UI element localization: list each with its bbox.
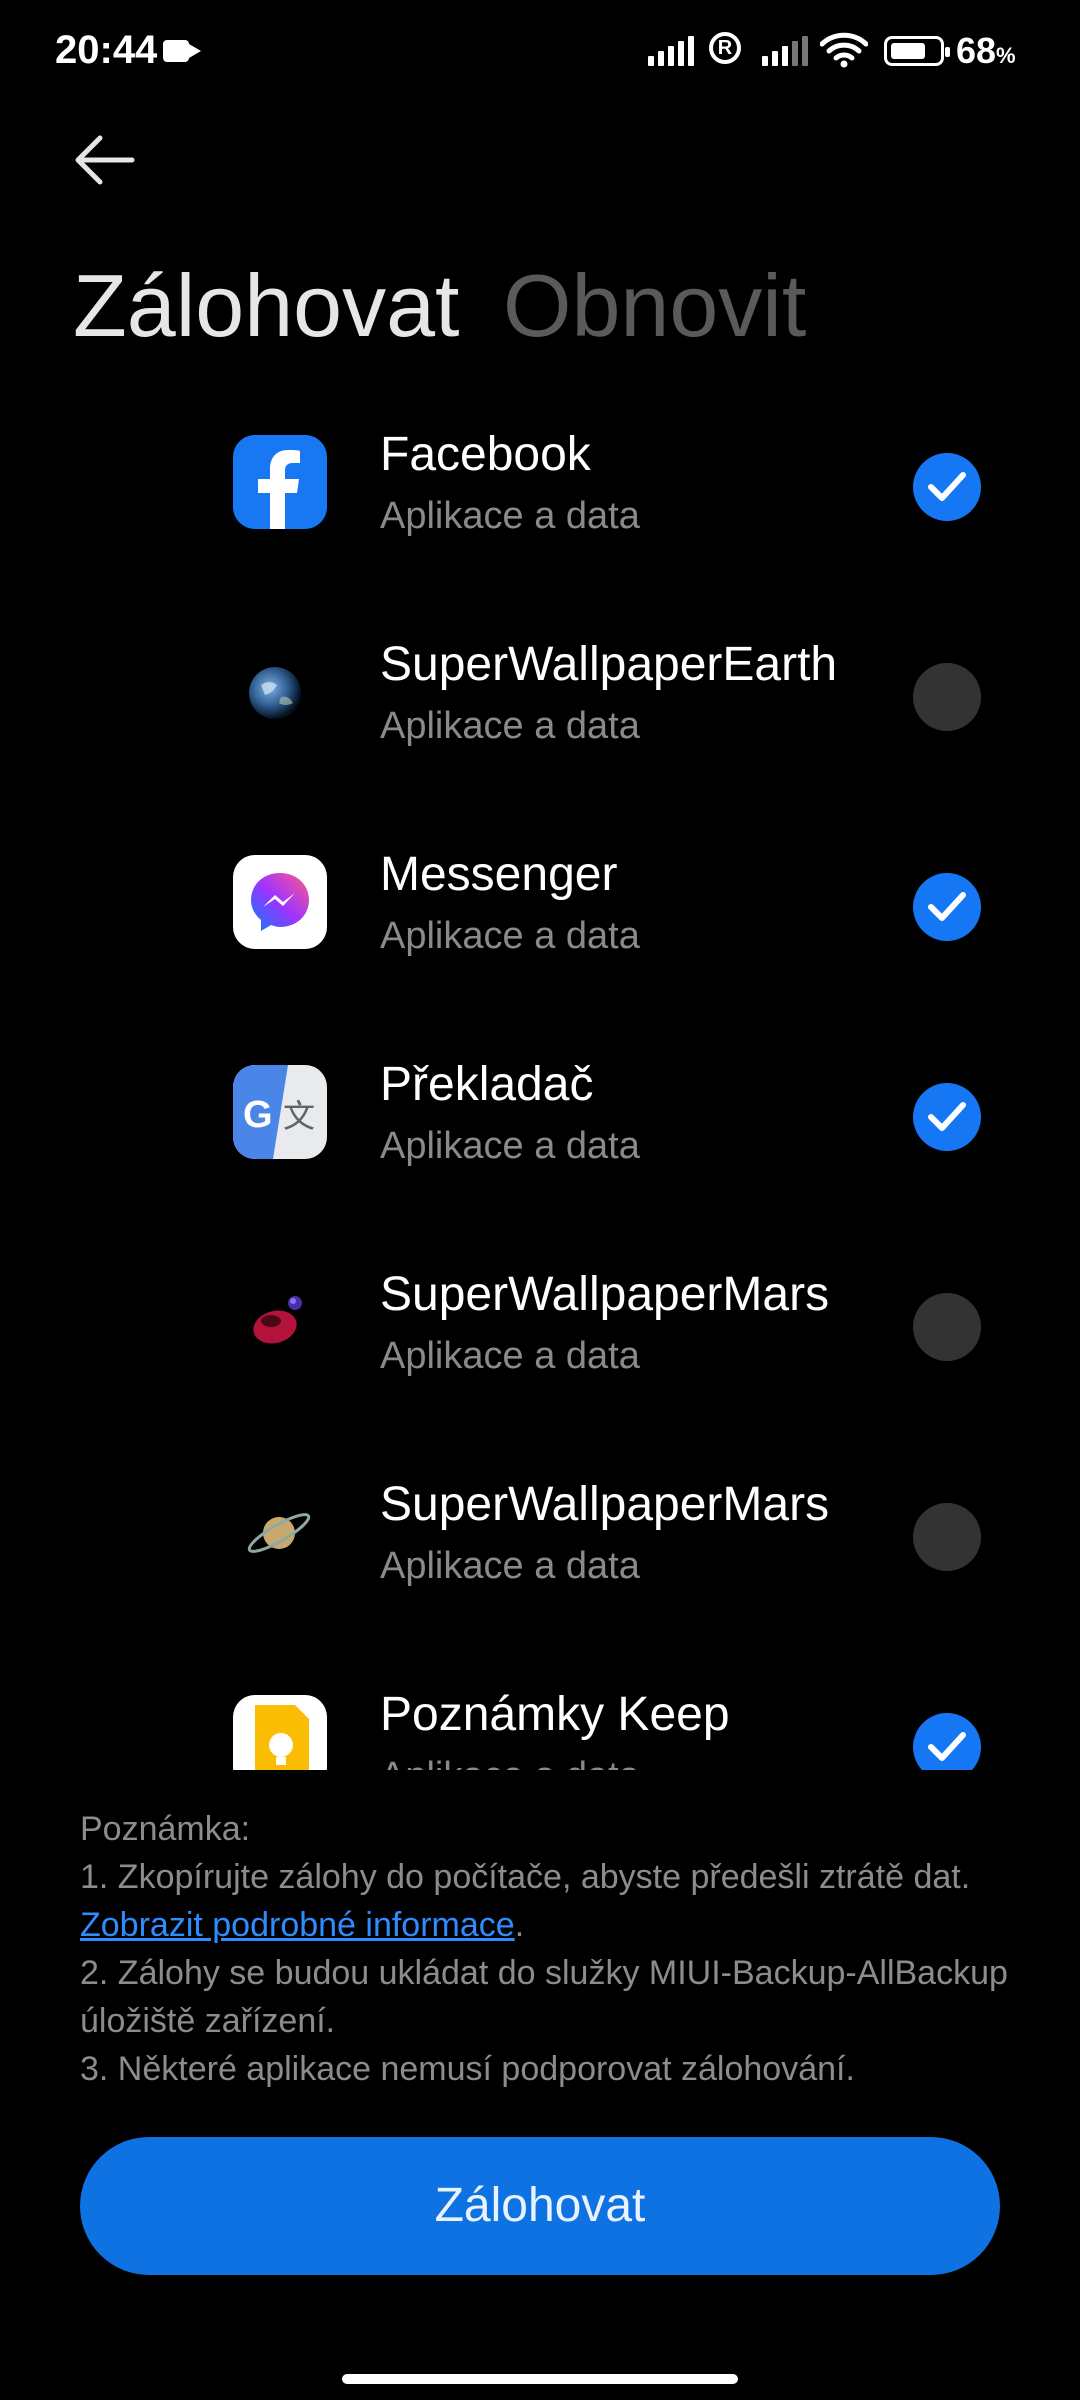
app-subtitle: Aplikace a data bbox=[380, 1755, 640, 1770]
roaming-icon: R bbox=[709, 32, 741, 64]
app-name: SuperWallpaperEarth bbox=[380, 638, 838, 691]
home-indicator[interactable] bbox=[342, 2374, 738, 2384]
note-line-2: 2. Zálohy se budou ukládat do služky MIU… bbox=[80, 1954, 1008, 2040]
mars-icon bbox=[233, 1275, 327, 1369]
checkbox-checked[interactable] bbox=[913, 1083, 981, 1151]
backup-button[interactable]: Zálohovat bbox=[80, 2137, 1000, 2275]
app-name: Facebook bbox=[380, 428, 591, 481]
checkbox-unchecked[interactable] bbox=[913, 663, 981, 731]
app-name: SuperWallpaperMars bbox=[380, 1268, 830, 1321]
details-link[interactable]: Zobrazit podrobné informace bbox=[80, 1906, 515, 1944]
list-item[interactable]: G 文 Překladač Aplikace a data bbox=[0, 1035, 1080, 1245]
keep-icon bbox=[233, 1695, 327, 1770]
list-item[interactable]: Poznámky Keep Aplikace a data bbox=[0, 1665, 1080, 1770]
app-subtitle: Aplikace a data bbox=[380, 705, 640, 747]
app-name: Messenger bbox=[380, 848, 618, 901]
note-heading: Poznámka: bbox=[80, 1810, 251, 1848]
tab-backup[interactable]: Zálohovat bbox=[73, 255, 459, 357]
saturn-icon bbox=[233, 1485, 327, 1579]
list-item[interactable]: SuperWallpaperMars Aplikace a data bbox=[0, 1245, 1080, 1455]
messenger-icon bbox=[233, 855, 327, 949]
signal-strength-icon bbox=[648, 36, 694, 66]
note-line-1: 1. Zkopírujte zálohy do počítače, abyste… bbox=[80, 1858, 971, 1944]
back-arrow-icon[interactable] bbox=[70, 130, 150, 190]
facebook-icon bbox=[233, 435, 327, 529]
note-line-3: 3. Některé aplikace nemusí podporovat zá… bbox=[80, 2050, 855, 2088]
tab-restore[interactable]: Obnovit bbox=[503, 255, 806, 357]
check-icon bbox=[928, 892, 966, 921]
list-item[interactable]: SuperWallpaperEarth Aplikace a data bbox=[0, 615, 1080, 825]
video-camera-icon bbox=[163, 40, 201, 62]
list-item[interactable]: Facebook Aplikace a data bbox=[0, 405, 1080, 615]
checkbox-unchecked[interactable] bbox=[913, 1293, 981, 1361]
svg-text:文: 文 bbox=[283, 1097, 315, 1135]
earth-icon bbox=[233, 645, 327, 739]
status-bar: 20:44 R 68% bbox=[0, 0, 1080, 110]
signal-strength-icon-2 bbox=[762, 36, 808, 66]
app-subtitle: Aplikace a data bbox=[380, 1335, 640, 1377]
wifi-icon bbox=[820, 32, 868, 68]
translate-icon: G 文 bbox=[233, 1065, 327, 1159]
battery-percent: 68% bbox=[956, 30, 1016, 71]
app-subtitle: Aplikace a data bbox=[380, 915, 640, 957]
checkbox-unchecked[interactable] bbox=[913, 1503, 981, 1571]
check-icon bbox=[928, 472, 966, 501]
status-time: 20:44 bbox=[55, 28, 158, 72]
app-subtitle: Aplikace a data bbox=[380, 1125, 640, 1167]
app-name: Překladač bbox=[380, 1058, 594, 1111]
app-name: SuperWallpaperMars bbox=[380, 1478, 830, 1531]
app-list[interactable]: Facebook Aplikace a data SuperWallpaperE… bbox=[0, 405, 1080, 1770]
app-subtitle: Aplikace a data bbox=[380, 1545, 640, 1587]
note-text: Poznámka: 1. Zkopírujte zálohy do počíta… bbox=[80, 1805, 1010, 2093]
checkbox-checked[interactable] bbox=[913, 453, 981, 521]
app-name: Poznámky Keep bbox=[380, 1688, 730, 1741]
svg-text:G: G bbox=[243, 1094, 273, 1136]
list-item[interactable]: Messenger Aplikace a data bbox=[0, 825, 1080, 1035]
app-subtitle: Aplikace a data bbox=[380, 495, 640, 537]
check-icon bbox=[928, 1732, 966, 1761]
list-item[interactable]: SuperWallpaperMars Aplikace a data bbox=[0, 1455, 1080, 1665]
check-icon bbox=[928, 1102, 966, 1131]
checkbox-checked[interactable] bbox=[913, 873, 981, 941]
battery-icon bbox=[884, 36, 950, 66]
checkbox-checked[interactable] bbox=[913, 1713, 981, 1770]
